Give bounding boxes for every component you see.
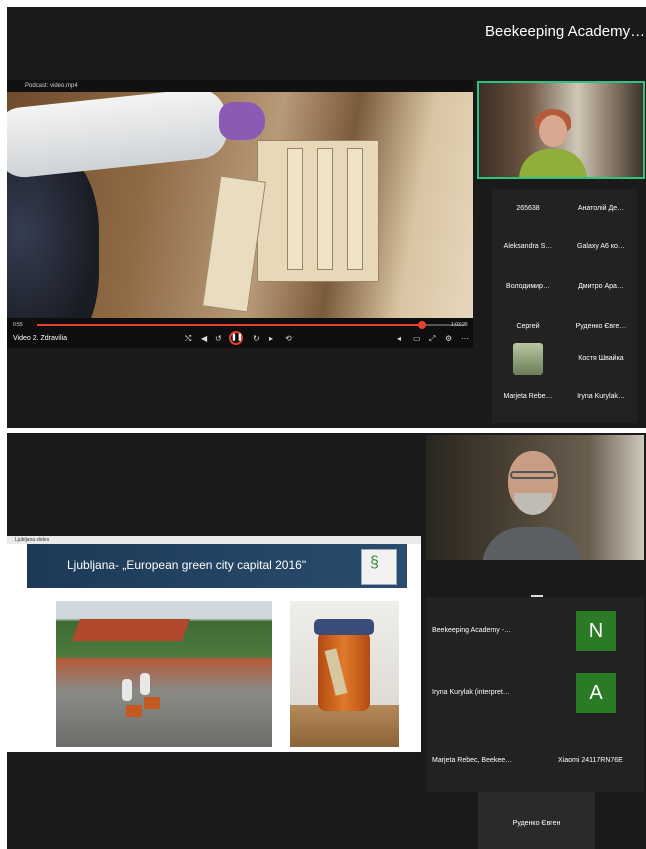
video-window-title: Podcast: video.mp4 bbox=[7, 80, 473, 92]
participant-tile[interactable]: 265638 bbox=[492, 191, 564, 227]
purple-glove bbox=[219, 102, 265, 140]
cast-icon[interactable]: ▭ bbox=[413, 333, 421, 345]
repeat-icon[interactable]: ⟲ bbox=[285, 333, 292, 345]
participant-tile[interactable]: Руденко Євге… bbox=[565, 309, 637, 345]
honey-jar-photo bbox=[290, 601, 399, 747]
green-capital-logo: § bbox=[361, 549, 397, 585]
time-total: 1:03:26 bbox=[451, 322, 468, 328]
screen-share-bar: Ljubljana slides bbox=[7, 536, 421, 544]
shuffle-icon[interactable]: ⤭ bbox=[185, 333, 191, 345]
honey-jar bbox=[318, 631, 370, 711]
participant-tile[interactable]: Володимир… bbox=[492, 269, 564, 305]
next-icon[interactable]: ▸ bbox=[269, 333, 273, 345]
video-controls: Video 2. Zdravilia ⤭ ◀ ↺ ❚❚ ↻ ▸ ⟲ ◂ ▭ ⤢ … bbox=[7, 330, 473, 348]
wooden-surface bbox=[290, 705, 399, 747]
participant-tile[interactable]: Сергей bbox=[492, 309, 564, 345]
hive-frame-slat bbox=[347, 148, 363, 270]
hive-box bbox=[144, 697, 160, 709]
participant-name[interactable]: Beekeeping Academy -… bbox=[432, 627, 511, 634]
meeting-window-bottom: Ljubljana slides Ljubljana- „European gr… bbox=[7, 433, 646, 849]
shared-video-player[interactable]: Podcast: video.mp4 0:55 1:03:26 Video 2.… bbox=[7, 80, 473, 348]
participant-name[interactable]: Marjeta Rebec, Beekee… bbox=[432, 757, 512, 764]
hive-frame-slat bbox=[287, 148, 303, 270]
video-progress-fill bbox=[37, 324, 423, 326]
participant-initial-avatar[interactable]: A bbox=[576, 673, 616, 713]
participant-tile[interactable]: Дмитро Ара… bbox=[565, 269, 637, 305]
shared-slide: Ljubljana- „European green city capital … bbox=[7, 544, 421, 752]
more-icon[interactable]: ⋯ bbox=[461, 333, 469, 345]
previous-icon[interactable]: ◀ bbox=[201, 333, 207, 345]
slide-header: Ljubljana- „European green city capital … bbox=[27, 544, 407, 588]
participant-name[interactable]: Iryna Kurylak (interpret… bbox=[432, 689, 510, 696]
participant-tile[interactable]: Galaxy A6 ко… bbox=[565, 229, 637, 265]
participant-tile[interactable]: Aleksandra S… bbox=[492, 229, 564, 265]
video-frame bbox=[7, 92, 473, 318]
video-progress-bar[interactable] bbox=[37, 321, 465, 329]
participant-tile[interactable]: Руденко Євген bbox=[478, 792, 595, 849]
rooftop-beehives-photo bbox=[56, 601, 272, 747]
video-progress-knob[interactable] bbox=[418, 321, 427, 329]
beekeeper-figure bbox=[140, 673, 150, 695]
participant-face bbox=[539, 115, 567, 147]
red-roof bbox=[71, 619, 191, 641]
participant-tile[interactable]: Анатолій Де… bbox=[565, 191, 637, 227]
participant-tile[interactable]: Костя Швайка bbox=[565, 341, 637, 377]
pause-button[interactable]: ❚❚ bbox=[229, 331, 243, 345]
participant-avatar[interactable] bbox=[513, 343, 543, 375]
fullscreen-icon[interactable]: ⤢ bbox=[429, 333, 435, 345]
participant-tile[interactable]: Iryna Kurylak… bbox=[565, 379, 637, 415]
slide-toolbar bbox=[7, 752, 421, 758]
participant-tile[interactable]: Marjeta Rebe… bbox=[492, 379, 564, 415]
logo-icon: § bbox=[370, 554, 379, 571]
video-title: Video 2. Zdravilia bbox=[13, 335, 67, 342]
meeting-window-top: Podcast: video.mp4 0:55 1:03:26 Video 2.… bbox=[7, 7, 646, 428]
jar-lid bbox=[314, 619, 374, 635]
hive-box bbox=[126, 705, 142, 717]
beekeeper-sleeve bbox=[7, 92, 231, 180]
settings-icon[interactable]: ⚙ bbox=[445, 333, 452, 345]
participant-name: Руденко Євген bbox=[512, 820, 561, 827]
speaker-glasses bbox=[510, 471, 556, 479]
participant-list: Beekeeping Academy -… N Iryna Kurylak (i… bbox=[426, 597, 644, 792]
speaker-video-tile[interactable] bbox=[426, 435, 644, 560]
meeting-title: Beekeeping Academy… bbox=[485, 23, 646, 40]
participant-initial-avatar[interactable]: N bbox=[576, 611, 616, 651]
volume-icon[interactable]: ◂ bbox=[397, 333, 401, 345]
rewind-icon[interactable]: ↺ bbox=[215, 333, 222, 345]
hive-frame-slat bbox=[317, 148, 333, 270]
active-speaker-tile[interactable] bbox=[477, 81, 645, 179]
slide-title: Ljubljana- „European green city capital … bbox=[67, 558, 307, 572]
beekeeper-figure bbox=[122, 679, 132, 701]
participant-name[interactable]: Xiaomi 24117RN76E bbox=[558, 757, 623, 764]
participant-gallery: 265638 Анатолій Де… Aleksandra S… Galaxy… bbox=[492, 189, 637, 423]
lifted-frame bbox=[202, 175, 266, 313]
forward-icon[interactable]: ↻ bbox=[253, 333, 260, 345]
time-elapsed: 0:55 bbox=[13, 322, 23, 328]
